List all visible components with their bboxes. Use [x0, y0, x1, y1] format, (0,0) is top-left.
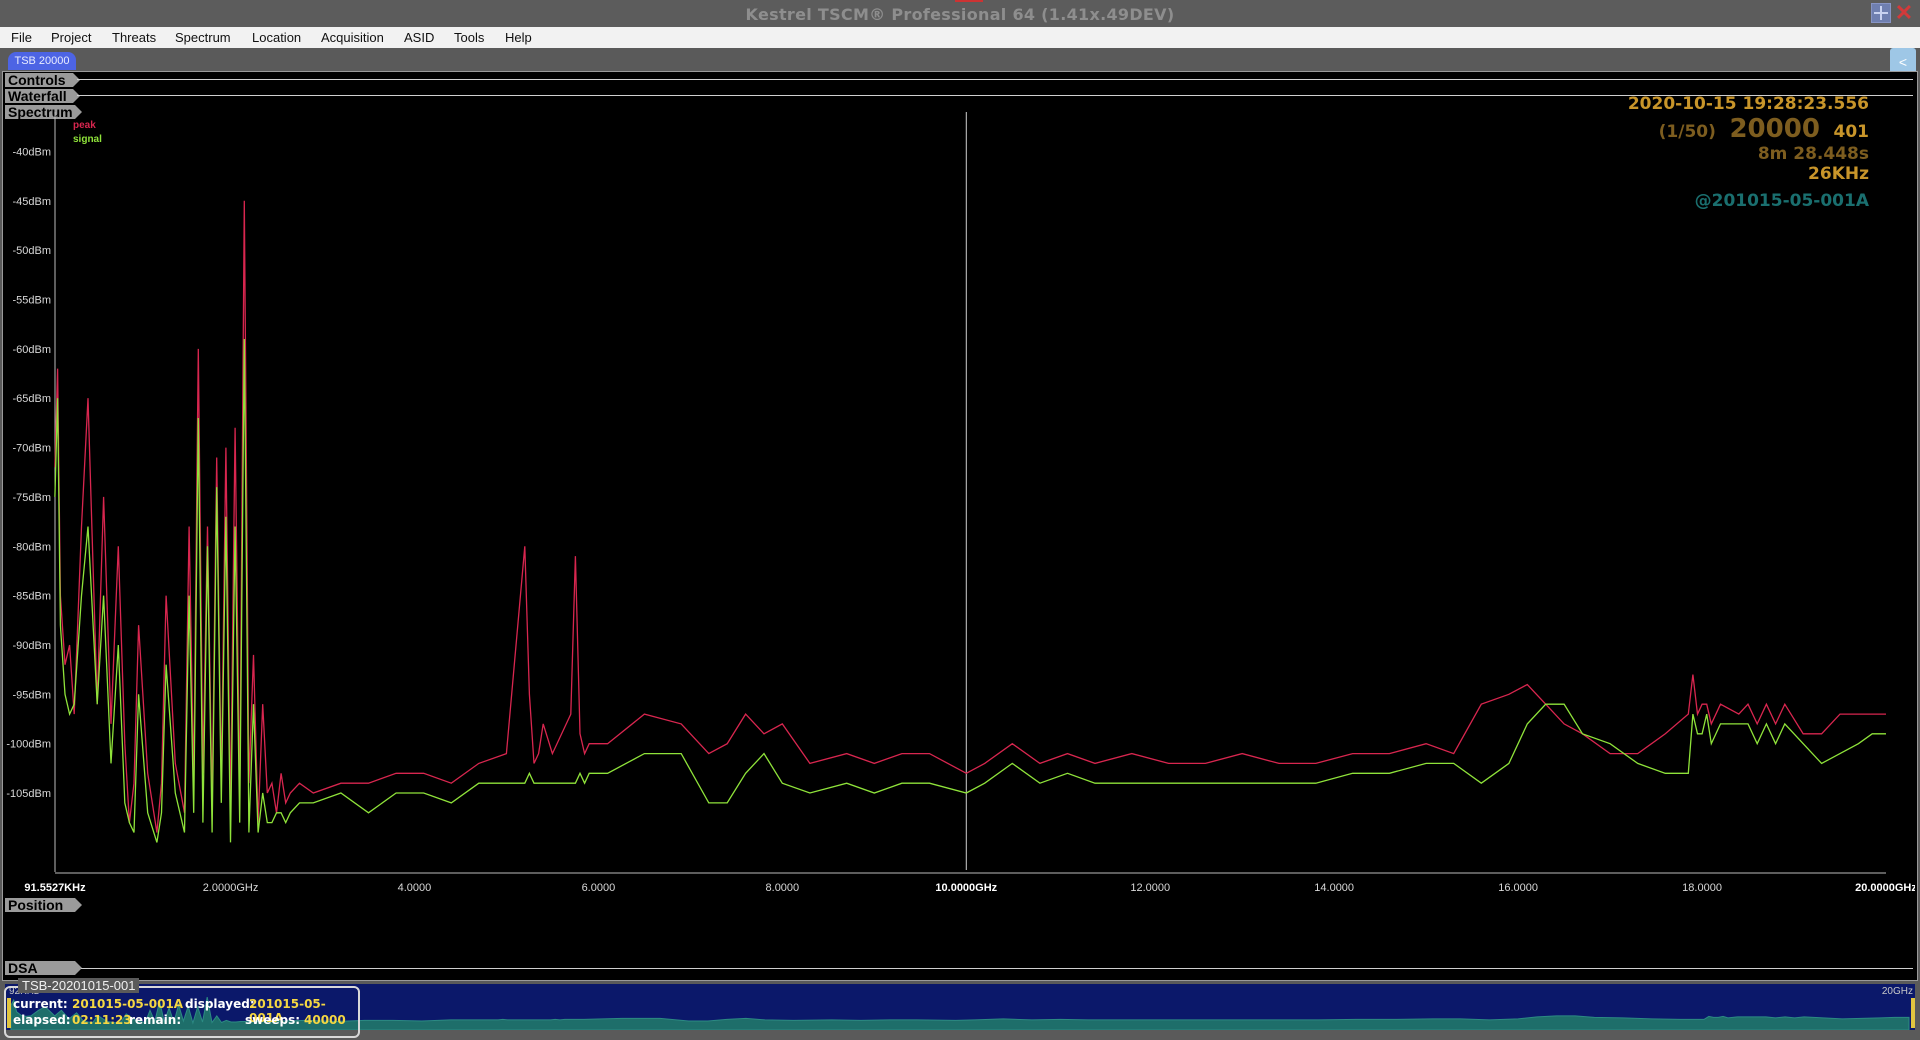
y-tick-label: -75dBm	[12, 492, 51, 504]
x-tick-label: 6.0000	[582, 882, 616, 894]
current-value: 201015-05-001A	[72, 997, 184, 1011]
menu-location[interactable]: Location	[252, 30, 301, 45]
elapsed-label: elapsed:	[13, 1013, 71, 1027]
status-title: TSB-20201015-001	[18, 978, 140, 993]
readout-datetime: 2020-10-15 19:28:23.556	[1627, 94, 1869, 114]
x-tick-label: 91.5527KHz	[24, 882, 86, 894]
title-accent	[955, 0, 983, 2]
readout-sweep-count: 20000	[1729, 114, 1820, 144]
displayed-label: displayed:	[185, 997, 255, 1011]
y-tick-label: -90dBm	[12, 640, 51, 652]
legend-signal: signal	[73, 134, 102, 145]
menu-asid[interactable]: ASID	[404, 30, 434, 45]
y-tick-label: -60dBm	[12, 344, 51, 356]
menu-tools[interactable]: Tools	[454, 30, 484, 45]
readout-sweep-index: (1/50)	[1658, 122, 1716, 142]
x-tick-label: 8.0000	[766, 882, 800, 894]
current-label: current:	[13, 997, 68, 1011]
y-tick-label: -70dBm	[12, 443, 51, 455]
y-tick-label: -80dBm	[12, 541, 51, 553]
x-tick-label: 12.0000	[1130, 882, 1170, 894]
x-tick-label: 18.0000	[1682, 882, 1722, 894]
x-tick-label: 2.0000GHz	[203, 882, 259, 894]
x-tick-label: 10.0000GHz	[935, 882, 997, 894]
legend-peak: peak	[73, 120, 96, 131]
position-end-label: 20GHz	[1881, 986, 1913, 997]
menu-spectrum[interactable]: Spectrum	[175, 30, 231, 45]
x-axis: 91.5527KHz 2.0000GHz 4.0000 6.0000 8.0000 10.…	[24, 872, 1915, 894]
x-tick-label: 14.0000	[1314, 882, 1354, 894]
menu-bar: File Project Threats Spectrum Location A…	[0, 27, 1920, 48]
position-right-handle[interactable]	[1911, 998, 1915, 1028]
y-tick-label: -55dBm	[12, 295, 51, 307]
close-icon[interactable]: ✕	[1893, 2, 1915, 24]
y-tick-label: -85dBm	[12, 591, 51, 603]
y-tick-label: -45dBm	[12, 196, 51, 208]
section-position[interactable]: Position	[5, 898, 82, 912]
readout-points: 401	[1833, 122, 1870, 142]
elapsed-value: 02:11:23	[72, 1013, 132, 1027]
menu-project[interactable]: Project	[51, 30, 91, 45]
menu-threats[interactable]: Threats	[112, 30, 156, 45]
x-tick-label: 16.0000	[1498, 882, 1538, 894]
tab-strip: TSB 20000	[0, 48, 1920, 71]
section-dsa[interactable]: DSA	[5, 961, 82, 975]
y-tick-label: -50dBm	[12, 245, 51, 257]
y-tick-label: -95dBm	[12, 689, 51, 701]
remain-label: remain:	[129, 1013, 182, 1027]
plot-area	[54, 200, 1886, 843]
readout-panel: 2020-10-15 19:28:23.556 (1/50) 20000 401…	[1383, 92, 1869, 212]
series-signal-line	[54, 338, 1886, 843]
status-panel: TSB-20201015-001 current: 201015-05-001A…	[4, 978, 360, 1038]
x-tick-label: 4.0000	[398, 882, 432, 894]
x-tick-label: 20.0000GHz	[1855, 882, 1915, 894]
window-title: Kestrel TSCM® Professional 64 (1.41x.49D…	[745, 5, 1175, 24]
title-bar: Kestrel TSCM® Professional 64 (1.41x.49D…	[0, 0, 1920, 27]
y-axis: -40dBm -45dBm -50dBm -55dBm -60dBm -65dBm -70d…	[6, 112, 56, 872]
menu-help[interactable]: Help	[505, 30, 532, 45]
menu-file[interactable]: File	[11, 30, 32, 45]
maximize-icon[interactable]	[1871, 3, 1891, 23]
sweeps-value: 40000	[304, 1013, 346, 1027]
main-frame: Controls Waterfall Spectrum -40dBm -45dBm…	[2, 71, 1918, 1030]
readout-session: @201015-05-001A	[1694, 191, 1869, 211]
y-tick-label: -40dBm	[12, 146, 51, 158]
tab-tsb-20000[interactable]: TSB 20000	[8, 52, 76, 70]
section-divider	[81, 968, 1913, 969]
y-tick-label: -100dBm	[6, 739, 51, 751]
readout-rbw: 26KHz	[1808, 164, 1869, 184]
sweeps-label: sweeps:	[245, 1013, 301, 1027]
readout-sweep-line: (1/50) 20000 401	[1659, 114, 1869, 144]
series-peak-line	[54, 200, 1886, 833]
y-tick-label: -65dBm	[12, 393, 51, 405]
menu-acquisition[interactable]: Acquisition	[321, 30, 384, 45]
y-tick-label: -105dBm	[6, 788, 51, 800]
readout-duration: 8m 28.448s	[1757, 144, 1869, 164]
